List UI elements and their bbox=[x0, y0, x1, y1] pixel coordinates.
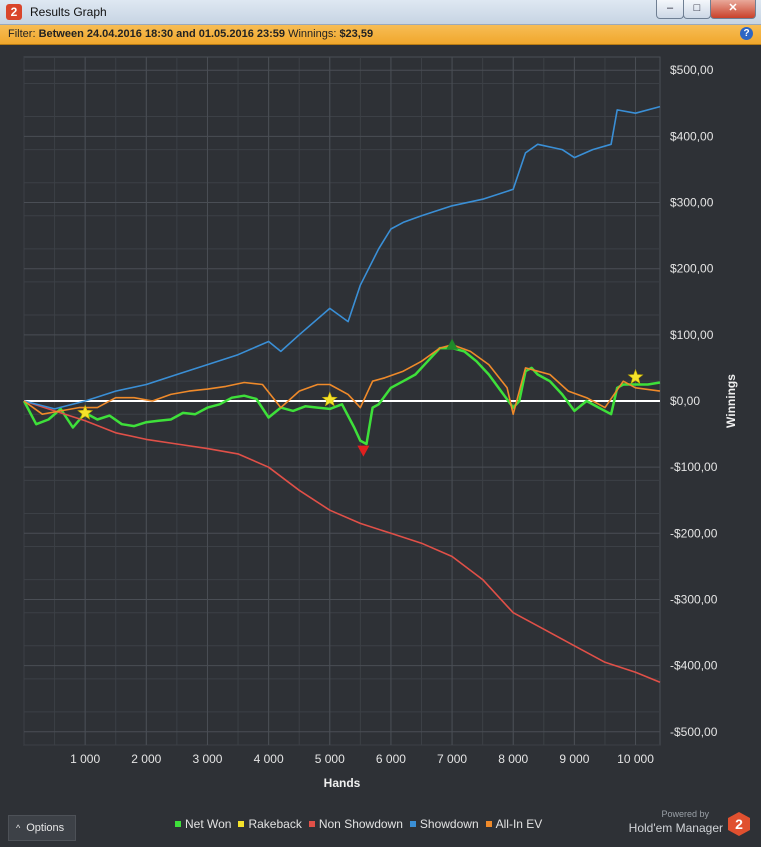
legend-swatch bbox=[238, 821, 245, 827]
x-tick-label: 4 000 bbox=[254, 752, 284, 766]
legend-label: Non Showdown bbox=[318, 817, 403, 831]
x-tick-label: 7 000 bbox=[437, 752, 467, 766]
close-button[interactable]: ✕ bbox=[710, 0, 756, 19]
window-title: Results Graph bbox=[30, 5, 107, 19]
holdem-manager-logo-icon: 2 bbox=[728, 812, 750, 836]
legend-item[interactable]: Net Won bbox=[175, 817, 231, 831]
legend-label: All-In EV bbox=[495, 817, 543, 831]
options-button[interactable]: ^ Options bbox=[8, 815, 76, 841]
y-tick-label: -$300,00 bbox=[670, 592, 718, 606]
y-tick-label: -$200,00 bbox=[670, 526, 718, 540]
maximize-button[interactable]: □ bbox=[683, 0, 711, 19]
options-label: Options bbox=[26, 822, 65, 834]
x-tick-label: 3 000 bbox=[192, 752, 222, 766]
y-tick-label: $100,00 bbox=[670, 328, 714, 342]
legend-label: Rakeback bbox=[248, 817, 302, 831]
x-tick-label: 6 000 bbox=[376, 752, 406, 766]
chart-legend: Net Won Rakeback Non Showdown Showdown All-I… bbox=[175, 817, 549, 831]
y-tick-label: -$100,00 bbox=[670, 460, 718, 474]
legend-item[interactable]: All-In EV bbox=[485, 817, 543, 831]
legend-swatch bbox=[308, 821, 315, 827]
y-tick-label: -$400,00 bbox=[670, 659, 718, 673]
legend-item[interactable]: Rakeback bbox=[238, 817, 302, 831]
title-bar: 2 Results Graph – □ ✕ bbox=[0, 0, 761, 25]
y-tick-label: $500,00 bbox=[670, 63, 714, 77]
filter-bar: Filter: Between 24.04.2016 18:30 and 01.… bbox=[0, 25, 761, 45]
y-tick-label: -$500,00 bbox=[670, 725, 718, 739]
x-tick-label: 5 000 bbox=[315, 752, 345, 766]
y-tick-label: $0,00 bbox=[670, 394, 700, 408]
chevron-up-icon: ^ bbox=[16, 823, 21, 833]
winnings-label: Winnings: bbox=[288, 28, 337, 40]
y-tick-label: $300,00 bbox=[670, 196, 714, 210]
x-axis-title: Hands bbox=[324, 776, 361, 790]
branding: Powered by Hold'em Manager 2 bbox=[615, 809, 755, 843]
y-axis-title: Winnings bbox=[724, 374, 738, 428]
legend-label: Showdown bbox=[419, 817, 479, 831]
filter-range: Between 24.04.2016 18:30 and 01.05.2016 … bbox=[38, 28, 286, 40]
legend-swatch bbox=[485, 821, 492, 827]
bottom-bar: ^ Options Net Won Rakeback Non Showdown Show… bbox=[0, 809, 761, 847]
powered-by-text: Powered by bbox=[661, 809, 709, 819]
brand-name: Hold'em Manager bbox=[628, 821, 723, 835]
y-tick-label: $200,00 bbox=[670, 262, 714, 276]
winnings-value: $23,59 bbox=[339, 28, 374, 40]
minimize-button[interactable]: – bbox=[656, 0, 684, 19]
app-logo-icon: 2 bbox=[6, 4, 22, 20]
legend-swatch bbox=[409, 821, 416, 827]
x-tick-label: 2 000 bbox=[131, 752, 161, 766]
x-tick-label: 1 000 bbox=[70, 752, 100, 766]
legend-item[interactable]: Non Showdown bbox=[308, 817, 403, 831]
x-tick-label: 8 000 bbox=[498, 752, 528, 766]
logo-badge-text: 2 bbox=[735, 816, 743, 832]
x-tick-label: 10 000 bbox=[617, 752, 654, 766]
filter-description: Filter: Between 24.04.2016 18:30 and 01.… bbox=[8, 28, 373, 40]
results-chart: $500,00 $400,00 $300,00 $200,00 $100,00 $0,00… bbox=[22, 56, 738, 790]
legend-label: Net Won bbox=[185, 817, 232, 831]
filter-prefix: Filter: bbox=[8, 28, 36, 40]
help-icon[interactable]: ? bbox=[740, 27, 753, 40]
legend-item[interactable]: Showdown bbox=[409, 817, 479, 831]
y-tick-label: $400,00 bbox=[670, 129, 714, 143]
legend-swatch bbox=[175, 821, 181, 827]
x-tick-label: 9 000 bbox=[559, 752, 589, 766]
